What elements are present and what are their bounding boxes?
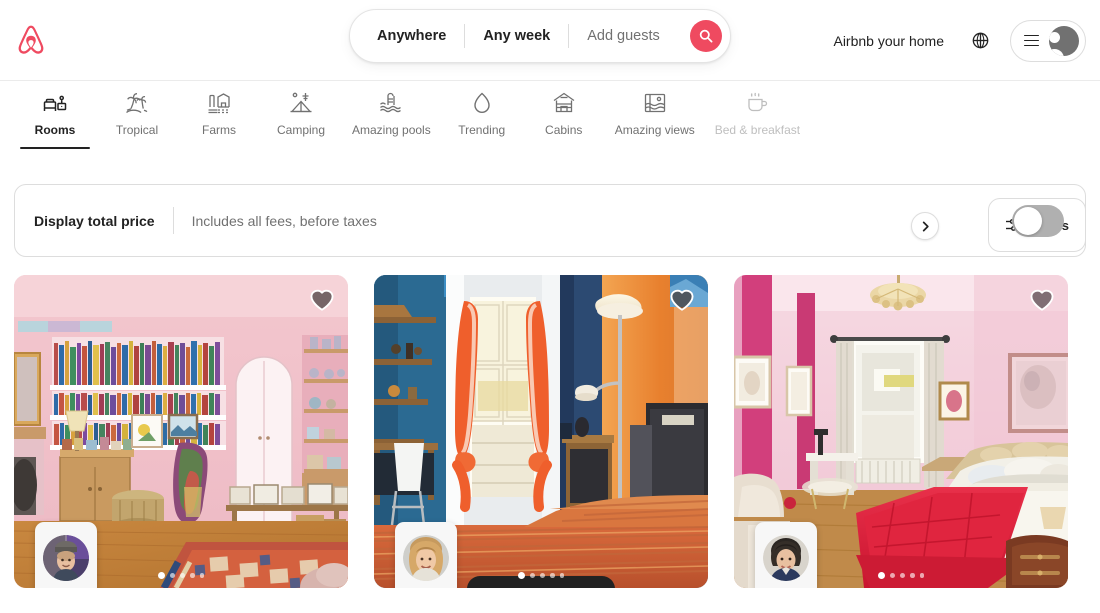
bed-room-icon <box>43 91 67 115</box>
category-label: Camping <box>276 123 326 137</box>
site-header: Anywhere Any week Add guests Airbnb your… <box>0 0 1100 81</box>
user-profile-menu-button[interactable] <box>1010 19 1086 62</box>
carousel-dot[interactable] <box>180 573 186 578</box>
search-dates-field[interactable]: Any week <box>465 28 568 44</box>
listing-card[interactable] <box>734 275 1068 588</box>
carousel-dot[interactable] <box>877 572 885 579</box>
carousel-dot[interactable] <box>517 572 525 579</box>
user-avatar-icon <box>1049 25 1079 56</box>
listing-grid <box>0 257 1100 588</box>
category-label: Cabins <box>545 123 583 137</box>
category-label: Amazing pools <box>352 123 431 137</box>
carousel-dot[interactable] <box>157 572 165 579</box>
airbnb-your-home-link[interactable]: Airbnb your home <box>821 21 956 61</box>
listing-card[interactable] <box>374 275 708 588</box>
favorite-heart-icon[interactable] <box>309 287 335 313</box>
flame-trending-icon <box>470 91 494 115</box>
photo-carousel-dots[interactable] <box>374 572 708 579</box>
category-label: Tropical <box>115 123 159 137</box>
barn-farm-icon <box>207 91 231 115</box>
search-icon <box>699 29 713 43</box>
search-bar[interactable]: Anywhere Any week Add guests <box>349 9 731 63</box>
photo-carousel-dots[interactable] <box>734 572 1068 579</box>
pool-waves-icon <box>379 91 403 115</box>
carousel-dot[interactable] <box>169 572 176 579</box>
category-list: Rooms Tropical Farms Camping Amazing poo… <box>14 81 1086 149</box>
log-cabin-icon <box>552 91 576 115</box>
category-navigation-bar: Rooms Tropical Farms Camping Amazing poo… <box>0 81 1100 252</box>
display-total-price-title: Display total price <box>34 212 155 229</box>
hamburger-menu-icon <box>1024 34 1039 47</box>
category-tropical[interactable]: Tropical <box>96 91 178 149</box>
carousel-dot[interactable] <box>900 573 906 578</box>
display-total-price-toggle[interactable] <box>1012 204 1064 237</box>
carousel-dot[interactable] <box>540 573 546 578</box>
carousel-dot[interactable] <box>199 573 205 578</box>
category-rooms[interactable]: Rooms <box>14 91 96 149</box>
photo-carousel-dots[interactable] <box>14 572 348 579</box>
category-label: Farms <box>202 123 236 137</box>
coffee-cup-icon <box>745 91 769 115</box>
tent-camping-icon <box>289 91 313 115</box>
carousel-dot[interactable] <box>559 573 565 578</box>
category-label: Trending <box>458 123 506 137</box>
listing-card[interactable] <box>14 275 348 588</box>
search-guests-field[interactable]: Add guests <box>569 28 678 44</box>
categories-next-button[interactable] <box>911 212 939 240</box>
favorite-heart-icon[interactable] <box>1029 287 1055 313</box>
category-label: Bed & breakfast <box>714 123 801 137</box>
carousel-dot[interactable] <box>910 573 915 578</box>
airbnb-logo-icon[interactable] <box>14 22 48 58</box>
category-amazing-pools[interactable]: Amazing pools <box>342 91 441 149</box>
header-right-controls: Airbnb your home <box>821 0 1086 81</box>
category-amazing-views[interactable]: Amazing views <box>605 91 705 149</box>
category-cabins[interactable]: Cabins <box>523 91 605 149</box>
category-bed-and-breakfast[interactable]: Bed & breakfast <box>705 91 810 149</box>
palm-tree-icon <box>125 91 149 115</box>
search-location-field[interactable]: Anywhere <box>350 28 464 44</box>
carousel-dot[interactable] <box>550 573 555 578</box>
category-label: Amazing views <box>614 123 695 137</box>
carousel-dot[interactable] <box>529 572 536 579</box>
price-bar-divider <box>172 207 174 234</box>
toggle-knob <box>1014 206 1042 235</box>
language-globe-button[interactable] <box>960 21 1000 61</box>
globe-icon <box>972 32 988 49</box>
carousel-dot[interactable] <box>889 572 896 579</box>
carousel-dot[interactable] <box>190 573 195 578</box>
chevron-right-icon <box>922 221 929 231</box>
carousel-dot[interactable] <box>919 573 925 578</box>
category-trending[interactable]: Trending <box>441 91 523 149</box>
scenic-view-icon <box>643 91 667 115</box>
favorite-heart-icon[interactable] <box>669 287 695 313</box>
search-submit-button[interactable] <box>690 20 722 52</box>
display-total-price-subtitle: Includes all fees, before taxes <box>191 212 377 229</box>
category-label: Rooms <box>34 123 76 137</box>
category-farms[interactable]: Farms <box>178 91 260 149</box>
category-camping[interactable]: Camping <box>260 91 342 149</box>
